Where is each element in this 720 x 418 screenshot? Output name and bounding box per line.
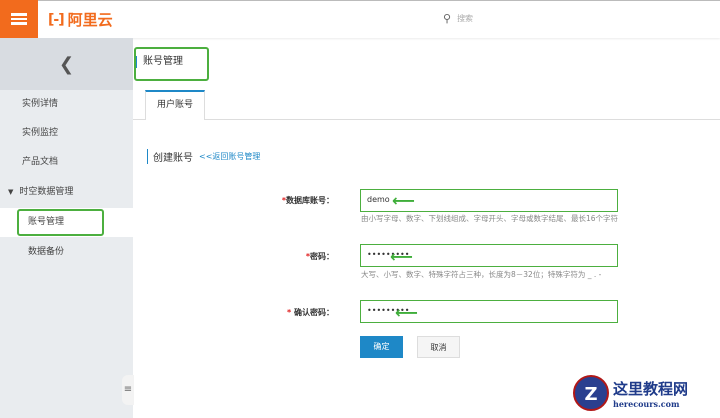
logo[interactable]: [-] 阿里云	[48, 9, 113, 30]
watermark: Z 这里教程网 herecours.com	[573, 375, 688, 411]
password-hint: 大写、小写、数字、特殊字符占三种，长度为8－32位；特殊字符为 _ . -	[361, 270, 602, 279]
arrow-left-icon: ⟵	[395, 303, 418, 322]
hamburger-icon	[11, 11, 27, 27]
confirm-password-label: * 确认密码：	[287, 308, 334, 317]
menu-button[interactable]	[0, 0, 38, 38]
password-label: *密码：	[305, 252, 334, 261]
sidebar-drag-handle[interactable]: ≡	[122, 375, 134, 405]
chevron-left-icon: ❮	[58, 53, 75, 75]
watermark-logo-icon: Z	[573, 375, 609, 411]
back-link[interactable]: <<返回账号管理	[199, 151, 260, 162]
search-input[interactable]: ⚲ 搜索	[443, 12, 473, 25]
cancel-button[interactable]: 取消	[417, 336, 460, 358]
tab-divider	[133, 119, 720, 120]
arrow-left-icon: ⟵	[390, 247, 413, 266]
highlight-box	[17, 209, 104, 236]
highlight-box	[134, 47, 209, 81]
section-header: 创建账号 <<返回账号管理	[147, 149, 260, 164]
sidebar-item-instance-details[interactable]: 实例详情	[0, 90, 133, 119]
sidebar-item-data-backup[interactable]: 数据备份	[0, 238, 133, 267]
search-icon: ⚲	[443, 12, 452, 25]
sidebar-group-data-management[interactable]: ▼ 时空数据管理	[0, 178, 133, 207]
sidebar-item-instance-monitor[interactable]: 实例监控	[0, 119, 133, 148]
confirm-button[interactable]: 确定	[360, 336, 403, 358]
collapse-sidebar-button[interactable]: ❮	[0, 38, 133, 90]
account-hint: 由小写字母、数字、下划线组成、字母开头、字母或数字结尾、最长16个字符	[361, 214, 619, 223]
arrow-left-icon: ⟵	[392, 191, 415, 210]
caret-down-icon: ▼	[8, 188, 14, 196]
account-label: *数据库账号：	[281, 196, 334, 205]
tab-user-account[interactable]: 用户账号	[145, 90, 205, 120]
sidebar-item-docs[interactable]: 产品文档	[0, 148, 133, 177]
